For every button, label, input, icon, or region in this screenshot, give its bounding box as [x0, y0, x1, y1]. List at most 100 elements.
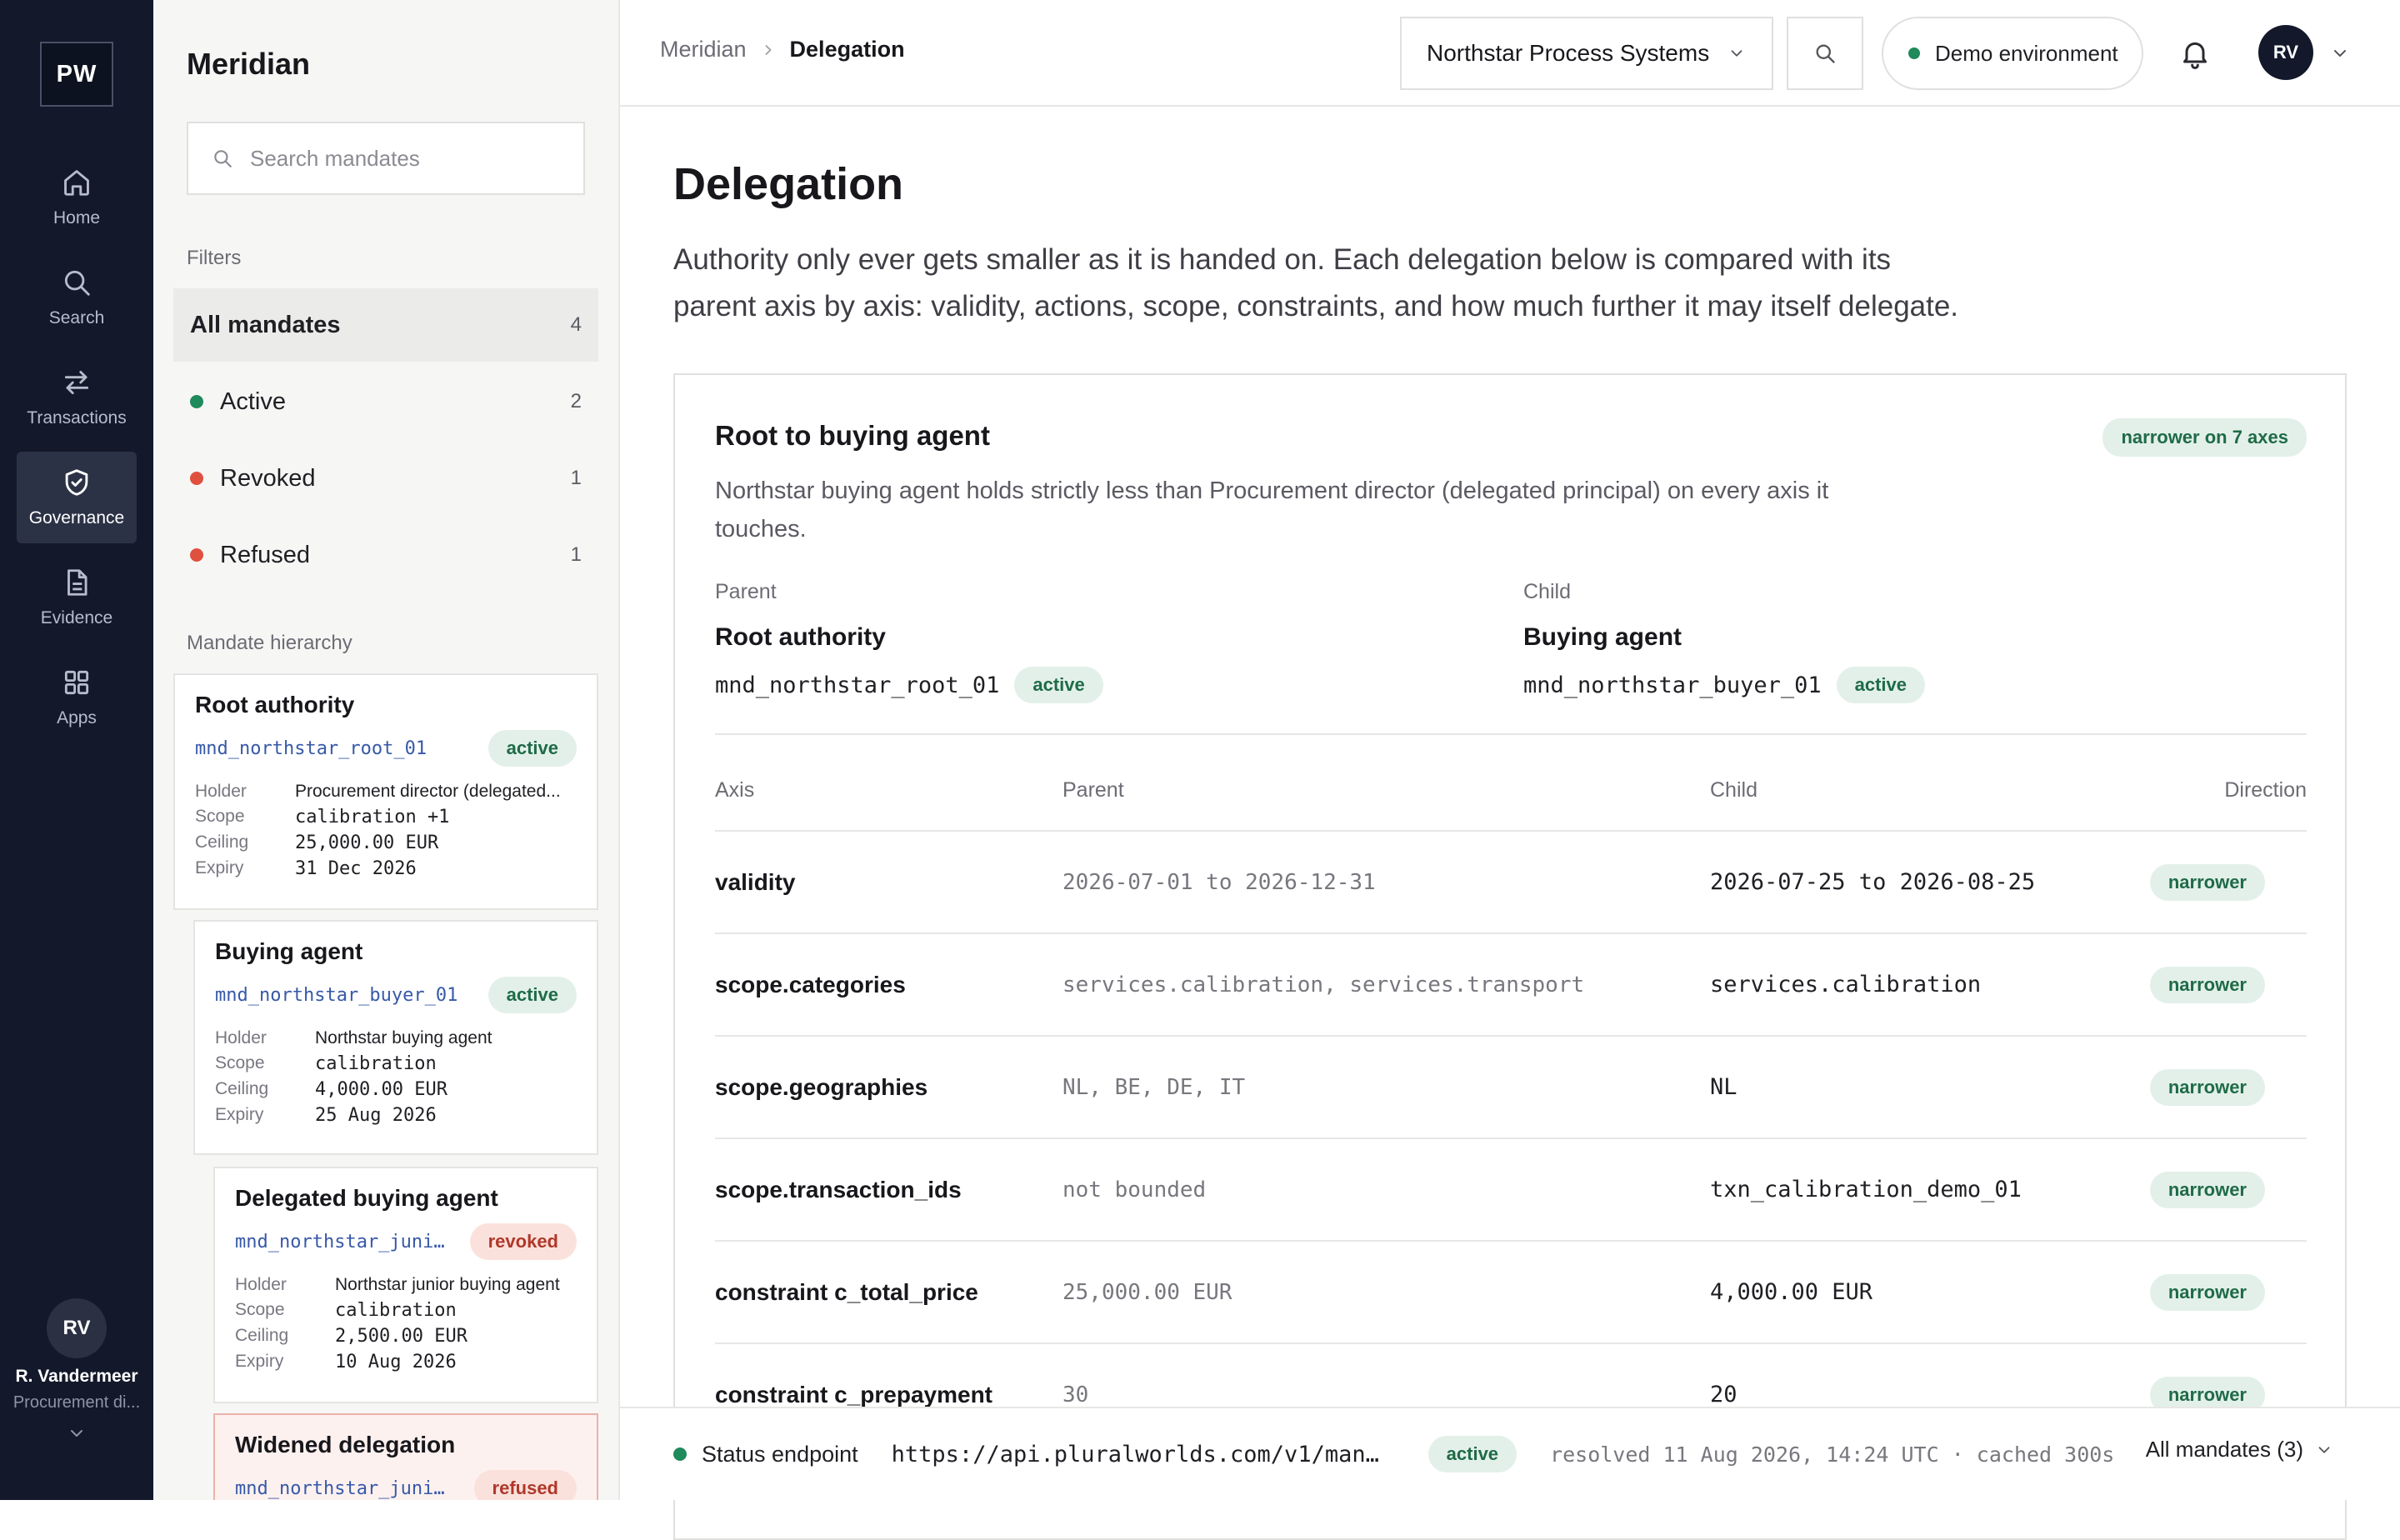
filter-revoked[interactable]: Revoked 1 — [173, 442, 598, 515]
mandate-card-buying-agent[interactable]: Buying agent mnd_northstar_buyer_01 acti… — [193, 920, 598, 1155]
column-header-direction: Direction — [2224, 778, 2307, 802]
mandate-search-input[interactable] — [250, 145, 567, 172]
axis-name: scope.categories — [715, 971, 906, 998]
scope-value: calibration — [315, 1053, 437, 1074]
home-icon — [64, 170, 89, 196]
mandate-title: Root authority — [195, 692, 355, 718]
child-mandate-id[interactable]: mnd_northstar_buyer_01 — [1523, 672, 1822, 698]
child-value: 20 — [1710, 1382, 1738, 1408]
filter-count: 2 — [570, 390, 582, 412]
holder-label: Holder — [235, 1275, 287, 1294]
table-row: scope.transaction_ids not bounded txn_ca… — [715, 1139, 2307, 1242]
direction-badge: narrower — [2149, 863, 2265, 901]
parent-value: 30 — [1062, 1382, 1089, 1408]
chevron-down-icon[interactable] — [2330, 43, 2350, 63]
mandate-title: Buying agent — [215, 938, 363, 964]
column-header-parent: Parent — [1062, 778, 1124, 802]
mandate-id[interactable]: mnd_northstar_juni… — [235, 1232, 445, 1252]
panel-description: Northstar buying agent holds strictly le… — [715, 478, 1829, 542]
nav-governance[interactable]: Governance — [17, 452, 137, 543]
delegation-comparison-panel: Root to buying agent narrower on 7 axes … — [673, 373, 2347, 1540]
axis-comparison-table: Axis Parent Child Direction validity 202… — [715, 750, 2307, 1447]
user-role: Procurement di... — [12, 1393, 141, 1412]
nav-apps[interactable]: Apps — [17, 652, 137, 743]
mandate-scope-label: All mandates (3) — [2145, 1437, 2303, 1462]
mandate-title: Widened delegation — [235, 1432, 456, 1458]
status-badge: active — [488, 977, 577, 1013]
parent-value: 25,000.00 EUR — [1062, 1279, 1232, 1305]
organization-select[interactable]: Northstar Process Systems — [1400, 17, 1773, 90]
parent-mandate-id[interactable]: mnd_northstar_root_01 — [715, 672, 999, 698]
table-row: scope.geographies NL, BE, DE, IT NL narr… — [715, 1037, 2307, 1139]
column-header-child: Child — [1710, 778, 1758, 802]
breadcrumb-item-meridian[interactable]: Meridian — [660, 37, 747, 62]
status-dot — [190, 472, 203, 485]
chevron-down-icon[interactable] — [67, 1423, 87, 1443]
expiry-value: 10 Aug 2026 — [335, 1352, 457, 1372]
resolved-timestamp: resolved 11 Aug 2026, 14:24 UTC · cached… — [1550, 1442, 2115, 1467]
column-header-axis: Axis — [715, 778, 755, 802]
holder-value: Procurement director (delegated... — [295, 782, 561, 801]
nav-search[interactable]: Search — [17, 252, 137, 343]
bell-icon[interactable] — [2178, 37, 2212, 70]
document-icon — [68, 569, 88, 596]
ceiling-label: Ceiling — [215, 1079, 269, 1098]
expiry-label: Expiry — [215, 1105, 264, 1124]
axis-name: constraint c_total_price — [715, 1278, 978, 1305]
parent-value: 2026-07-01 to 2026-12-31 — [1062, 869, 1376, 895]
ceiling-value: 4,000.00 EUR — [315, 1079, 448, 1100]
organization-name: Northstar Process Systems — [1427, 40, 1710, 66]
mandate-id[interactable]: mnd_northstar_junio… — [235, 1478, 452, 1499]
mandate-id[interactable]: mnd_northstar_buyer_01 — [215, 985, 458, 1006]
expiry-value: 25 Aug 2026 — [315, 1105, 437, 1126]
status-dot — [190, 548, 203, 562]
filter-label: All mandates — [190, 311, 341, 338]
status-endpoint-url[interactable]: https://api.pluralworlds.com/v1/manda... — [892, 1442, 1392, 1468]
mandate-title: Delegated buying agent — [235, 1185, 498, 1211]
nav-home[interactable]: Home — [17, 152, 137, 243]
chevron-down-icon — [2318, 1446, 2330, 1453]
filter-count: 1 — [570, 467, 582, 489]
mandate-card-widened-delegation[interactable]: Widened delegation mnd_northstar_junio… … — [213, 1413, 598, 1500]
status-badge: revoked — [469, 1223, 577, 1260]
global-search-button[interactable] — [1787, 17, 1863, 90]
scope-value: calibration +1 — [295, 807, 450, 828]
nav-transactions[interactable]: Transactions — [17, 352, 137, 443]
filter-refused[interactable]: Refused 1 — [173, 518, 598, 592]
scope-value: calibration — [335, 1300, 457, 1321]
divider — [715, 733, 2307, 735]
table-header: Axis Parent Child Direction — [715, 750, 2307, 832]
parent-mandate: mnd_northstar_root_01 active — [715, 667, 1103, 703]
axis-name: validity — [715, 868, 796, 895]
mandate-card-root-authority[interactable]: Root authority mnd_northstar_root_01 act… — [173, 673, 598, 910]
nav-evidence[interactable]: Evidence — [17, 552, 137, 643]
mandate-card-delegated-buying-agent[interactable]: Delegated buying agent mnd_northstar_jun… — [213, 1167, 598, 1403]
scope-label: Scope — [195, 807, 245, 826]
filter-active[interactable]: Active 2 — [173, 365, 598, 438]
mandate-scope-select[interactable]: All mandates (3) — [2146, 1437, 2333, 1462]
nav-apps-label: Apps — [57, 708, 97, 728]
environment-label: Demo environment — [1935, 40, 2118, 66]
app-logo[interactable]: PW — [40, 42, 113, 107]
mandate-search[interactable] — [187, 122, 585, 195]
ceiling-value: 25,000.00 EUR — [295, 832, 439, 853]
holder-value: Northstar buying agent — [315, 1028, 492, 1048]
account-avatar[interactable]: RV — [2258, 25, 2313, 80]
filter-all-mandates[interactable]: All mandates 4 — [173, 288, 598, 362]
axis-name: scope.geographies — [715, 1073, 928, 1100]
mandate-id[interactable]: mnd_northstar_root_01 — [195, 738, 427, 759]
direction-badge: narrower — [2149, 1273, 2265, 1311]
filter-label: Refused — [220, 541, 311, 568]
environment-pill[interactable]: Demo environment — [1882, 17, 2143, 90]
user-name: R. Vandermeer — [15, 1367, 138, 1386]
status-dot — [190, 395, 203, 408]
direction-badge: narrower — [2149, 966, 2265, 1003]
user-avatar[interactable]: RV — [47, 1298, 107, 1358]
holder-value: Northstar junior buying agent — [335, 1275, 560, 1294]
ceiling-label: Ceiling — [195, 832, 249, 852]
direction-badge: narrower — [2149, 1068, 2265, 1106]
table-row: scope.categories services.calibration, s… — [715, 934, 2307, 1037]
scope-label: Scope — [215, 1053, 265, 1072]
sidebar-title: Meridian — [187, 47, 311, 81]
nav-home-label: Home — [52, 208, 101, 228]
